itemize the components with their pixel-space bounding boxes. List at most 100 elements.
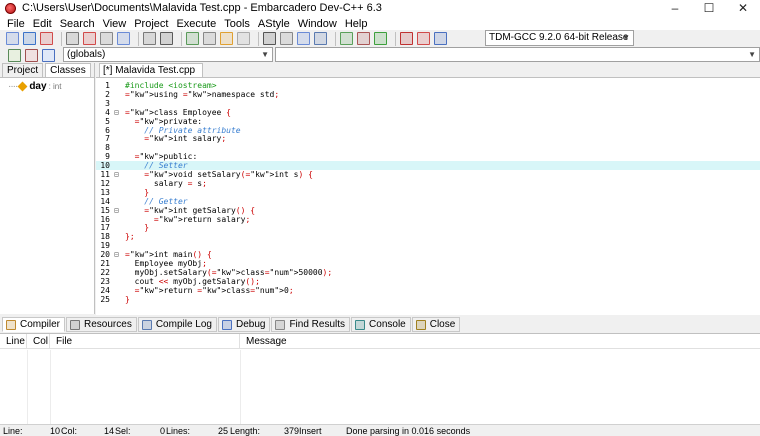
code-line[interactable]: 2 ="kw">using ="kw">namespace std; — [96, 90, 760, 99]
code-line[interactable]: 10 // Setter — [96, 161, 760, 171]
column-divider — [240, 350, 241, 424]
compiler-select[interactable]: TDM-GCC 9.2.0 64-bit Release ▼ — [485, 30, 634, 46]
check-syntax-icon[interactable] — [417, 32, 430, 45]
code-line[interactable]: 19 — [96, 241, 760, 250]
code-line[interactable]: 25} — [96, 295, 760, 304]
tab-close[interactable]: Close — [411, 317, 461, 332]
tab-malavida-test[interactable]: [*] Malavida Test.cpp — [99, 63, 203, 77]
member-select[interactable]: ▼ — [275, 47, 760, 62]
fold-toggle-icon[interactable]: ⊟ — [114, 250, 121, 259]
save-icon[interactable] — [40, 32, 53, 45]
menu-help[interactable]: Help — [341, 18, 372, 30]
tab-compile-log[interactable]: Compile Log — [137, 317, 217, 332]
menu-file[interactable]: File — [3, 18, 29, 30]
print-icon[interactable] — [117, 32, 130, 45]
column-header-line[interactable]: Line — [0, 334, 27, 348]
menu-tools[interactable]: Tools — [220, 18, 254, 30]
column-header-message[interactable]: Message — [240, 334, 760, 348]
status-bar: Line: 10 Col: 14 Sel: 0 Lines: 25 Length… — [0, 424, 760, 436]
replace-icon[interactable] — [203, 32, 216, 45]
code-editor[interactable]: 1 #include <iostream> 2 ="kw">using ="kw">n… — [96, 77, 760, 315]
line-number: 25 — [100, 294, 110, 304]
console-icon — [355, 319, 366, 330]
window-title: C:\Users\User\Documents\Malavida Test.cp… — [22, 2, 382, 14]
tab-resources[interactable]: Resources — [66, 317, 137, 332]
goto-declaration-icon[interactable] — [25, 49, 38, 62]
goto-icon[interactable] — [263, 32, 276, 45]
unindent-icon[interactable] — [297, 32, 310, 45]
class-tree-item[interactable]: ···· day : int — [8, 81, 61, 92]
new-file-icon[interactable] — [6, 32, 19, 45]
column-header-col[interactable]: Col — [27, 334, 50, 348]
menu-edit[interactable]: Edit — [29, 18, 56, 30]
tab-find-results[interactable]: Find Results — [271, 317, 351, 332]
code-line[interactable]: 24 ="kw">return ="kw">class="num">0; — [96, 286, 760, 295]
class-browser-icon[interactable] — [8, 49, 21, 62]
toolbar-separator — [395, 31, 396, 46]
tab-debug[interactable]: Debug — [217, 317, 271, 332]
indent-icon[interactable] — [280, 32, 293, 45]
line-number: 2 — [105, 89, 110, 99]
bottom-tab-label: Debug — [235, 319, 266, 330]
code-line[interactable]: 17 } — [96, 223, 760, 232]
code-line[interactable]: 18}; — [96, 232, 760, 241]
menu-view[interactable]: View — [99, 18, 131, 30]
fold-toggle-icon[interactable]: ⊟ — [114, 206, 121, 215]
goto-definition-icon[interactable] — [42, 49, 55, 62]
menu-project[interactable]: Project — [130, 18, 172, 30]
code-line[interactable]: 16 ="kw">return salary; — [96, 215, 760, 224]
code-line[interactable]: 7 ="kw">int salary; — [96, 134, 760, 143]
compile-run-icon[interactable] — [374, 32, 387, 45]
code-line[interactable]: 3 — [96, 99, 760, 108]
tab-project[interactable]: Project — [2, 63, 44, 77]
maximize-button[interactable]: ☐ — [692, 0, 726, 16]
goto-line-icon[interactable] — [237, 32, 250, 45]
code-line[interactable]: 15 ⊟ ="kw">int getSalary() { — [96, 206, 760, 215]
code-line[interactable]: 21 Employee myObj; — [96, 259, 760, 268]
minimize-button[interactable]: – — [658, 0, 692, 16]
compile-log-icon — [141, 319, 152, 330]
code-line[interactable]: 13 } — [96, 188, 760, 197]
line-number: 24 — [100, 285, 110, 295]
run-icon[interactable] — [357, 32, 370, 45]
scope-select[interactable]: (globals) ▼ — [63, 47, 273, 62]
save-all-icon[interactable] — [66, 32, 79, 45]
menu-window[interactable]: Window — [294, 18, 341, 30]
fold-toggle-icon[interactable]: ⊟ — [114, 170, 121, 179]
find-next-icon[interactable] — [220, 32, 233, 45]
code-line[interactable]: 11 ⊟ ="kw">void setSalary(="kw">int s) { — [96, 170, 760, 179]
code-text: }; — [125, 232, 135, 242]
redo-icon[interactable] — [160, 32, 173, 45]
code-line[interactable]: 8 — [96, 143, 760, 152]
undo-icon[interactable] — [143, 32, 156, 45]
tab-console[interactable]: Console — [351, 317, 411, 332]
code-line[interactable]: 23 cout << myObj.getSalary(); — [96, 277, 760, 286]
code-line[interactable]: 5 ="kw">private: — [96, 117, 760, 126]
column-header-file[interactable]: File — [50, 334, 240, 348]
code-line[interactable]: 22 myObj.setSalary(="kw">class="num">500… — [96, 268, 760, 277]
chevron-down-icon: ▼ — [748, 50, 756, 59]
menu-astyle[interactable]: AStyle — [254, 18, 294, 30]
fold-toggle-icon[interactable]: ⊟ — [114, 108, 121, 117]
menu-execute[interactable]: Execute — [172, 18, 220, 30]
code-line[interactable]: 12 salary = s; — [96, 179, 760, 188]
rebuild-icon[interactable] — [400, 32, 413, 45]
code-line[interactable]: 1 #include <iostream> — [96, 81, 760, 90]
stop-icon[interactable] — [434, 32, 447, 45]
code-line[interactable]: 9 ="kw">public: — [96, 152, 760, 161]
tab-classes[interactable]: Classes — [45, 63, 91, 77]
menu-search[interactable]: Search — [56, 18, 99, 30]
line-number: 8 — [105, 143, 110, 153]
find-icon[interactable] — [186, 32, 199, 45]
toggle-comment-icon[interactable] — [314, 32, 327, 45]
tab-compiler[interactable]: Compiler — [2, 317, 66, 332]
compile-icon[interactable] — [340, 32, 353, 45]
close-file-icon[interactable] — [83, 32, 96, 45]
close-all-icon[interactable] — [100, 32, 113, 45]
code-line[interactable]: 4 ⊟ ="kw">class Employee { — [96, 108, 760, 117]
code-line[interactable]: 20 ⊟ ="kw">int main() { — [96, 250, 760, 259]
open-file-icon[interactable] — [23, 32, 36, 45]
close-button[interactable]: ✕ — [726, 0, 760, 16]
code-line[interactable]: 14 // Getter — [96, 197, 760, 206]
code-line[interactable]: 6 // Private attribute — [96, 126, 760, 135]
